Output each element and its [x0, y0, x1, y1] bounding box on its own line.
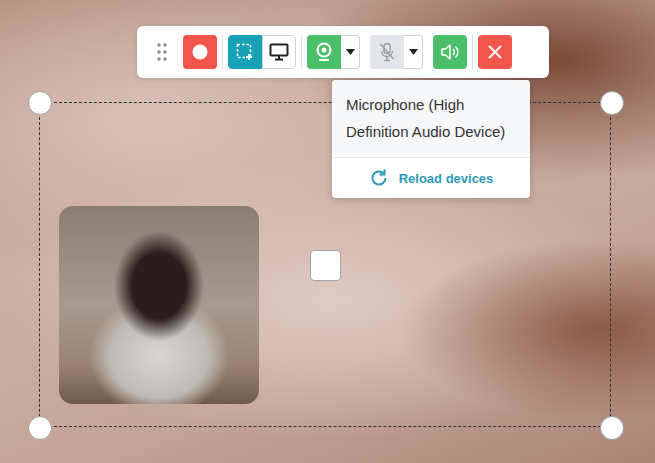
region-mode-button[interactable]: [228, 35, 262, 69]
resize-handle[interactable]: [600, 416, 624, 440]
record-button[interactable]: [183, 35, 217, 69]
resize-handle[interactable]: [600, 91, 624, 115]
capture-mode-group: [228, 35, 296, 69]
separator: [472, 35, 473, 69]
speaker-icon: [440, 43, 460, 61]
close-button[interactable]: [478, 35, 512, 69]
webcam-preview[interactable]: [59, 206, 259, 404]
microphone-button[interactable]: [370, 35, 404, 69]
region-select-icon: [236, 43, 254, 61]
monitor-icon: [269, 43, 289, 61]
separator: [301, 35, 302, 69]
webcam-icon: [315, 42, 333, 62]
webcam-dropdown-button[interactable]: [341, 35, 360, 69]
resize-handle[interactable]: [28, 416, 52, 440]
device-item[interactable]: Microphone (High Definition Audio Device…: [332, 80, 530, 154]
recorder-toolbar: [137, 26, 549, 78]
screen-mode-button[interactable]: [262, 35, 296, 69]
menu-divider: [332, 157, 530, 158]
reload-devices-button[interactable]: Reload devices: [332, 158, 530, 198]
system-audio-button[interactable]: [433, 35, 467, 69]
webcam-button[interactable]: [307, 35, 341, 69]
drag-handle-icon[interactable]: [153, 35, 171, 69]
resize-handle[interactable]: [28, 91, 52, 115]
microphone-icon: [378, 42, 396, 62]
microphone-group: [370, 35, 423, 69]
microphone-dropdown-button[interactable]: [404, 35, 423, 69]
reload-label: Reload devices: [399, 171, 494, 186]
refresh-icon: [369, 168, 389, 188]
close-icon: [487, 44, 503, 60]
webcam-group: [307, 35, 360, 69]
move-handle[interactable]: [310, 250, 341, 281]
separator: [222, 35, 223, 69]
microphone-menu: Microphone (High Definition Audio Device…: [332, 80, 530, 198]
